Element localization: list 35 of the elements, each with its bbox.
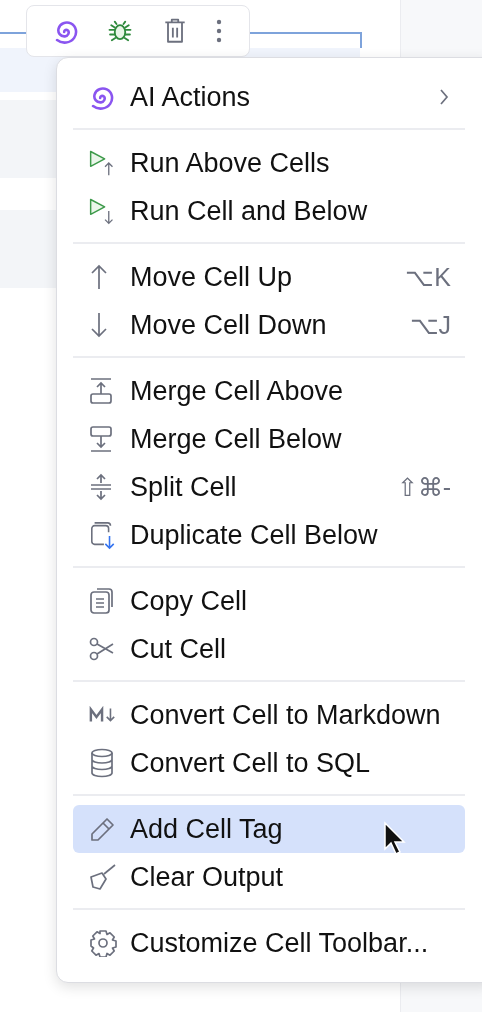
menu-item[interactable]: Run Above Cells (73, 139, 465, 187)
menu-item[interactable]: Run Cell and Below (73, 187, 465, 235)
shortcut-text: ⌥K (405, 262, 451, 292)
menu-item[interactable]: Copy Cell (73, 577, 465, 625)
duplicate-icon (89, 520, 117, 550)
pencil-icon (89, 816, 115, 842)
broom-icon (89, 863, 117, 891)
menu-item[interactable]: AI Actions (73, 73, 465, 121)
merge-down-icon (89, 425, 113, 453)
menu-item[interactable]: Move Cell Down ⌥J (73, 301, 465, 349)
menu-item[interactable]: Move Cell Up ⌥K (73, 253, 465, 301)
menu-item[interactable]: Convert Cell to SQL (73, 739, 465, 787)
scissors-icon (89, 637, 115, 661)
database-icon (89, 748, 115, 778)
settings-icon (89, 929, 117, 957)
shortcut-text: ⌥J (409, 310, 451, 340)
merge-up-icon (89, 377, 113, 405)
copy-icon (89, 587, 115, 615)
chevron-right-icon (439, 88, 449, 106)
menu-item[interactable]: Clear Output (73, 853, 465, 901)
menu-item[interactable]: Merge Cell Below (73, 415, 465, 463)
spiral-icon (89, 84, 115, 110)
menu-item[interactable]: Split Cell ⇧⌘- (73, 463, 465, 511)
menu-item[interactable]: Add Cell Tag (73, 805, 465, 853)
markdown-icon (89, 706, 117, 724)
menu-item[interactable]: Duplicate Cell Below (73, 511, 465, 559)
arrow-down-icon (89, 312, 109, 338)
shortcut-text: ⇧⌘- (396, 472, 451, 502)
menu-item[interactable]: Cut Cell (73, 625, 465, 673)
menu-item[interactable]: Convert Cell to Markdown (73, 691, 465, 739)
menu-item[interactable]: Merge Cell Above (73, 367, 465, 415)
arrow-up-icon (89, 264, 109, 290)
more-icon (215, 18, 224, 44)
menu-item[interactable]: Customize Cell Toolbar... (73, 919, 465, 967)
split-icon (89, 473, 113, 501)
